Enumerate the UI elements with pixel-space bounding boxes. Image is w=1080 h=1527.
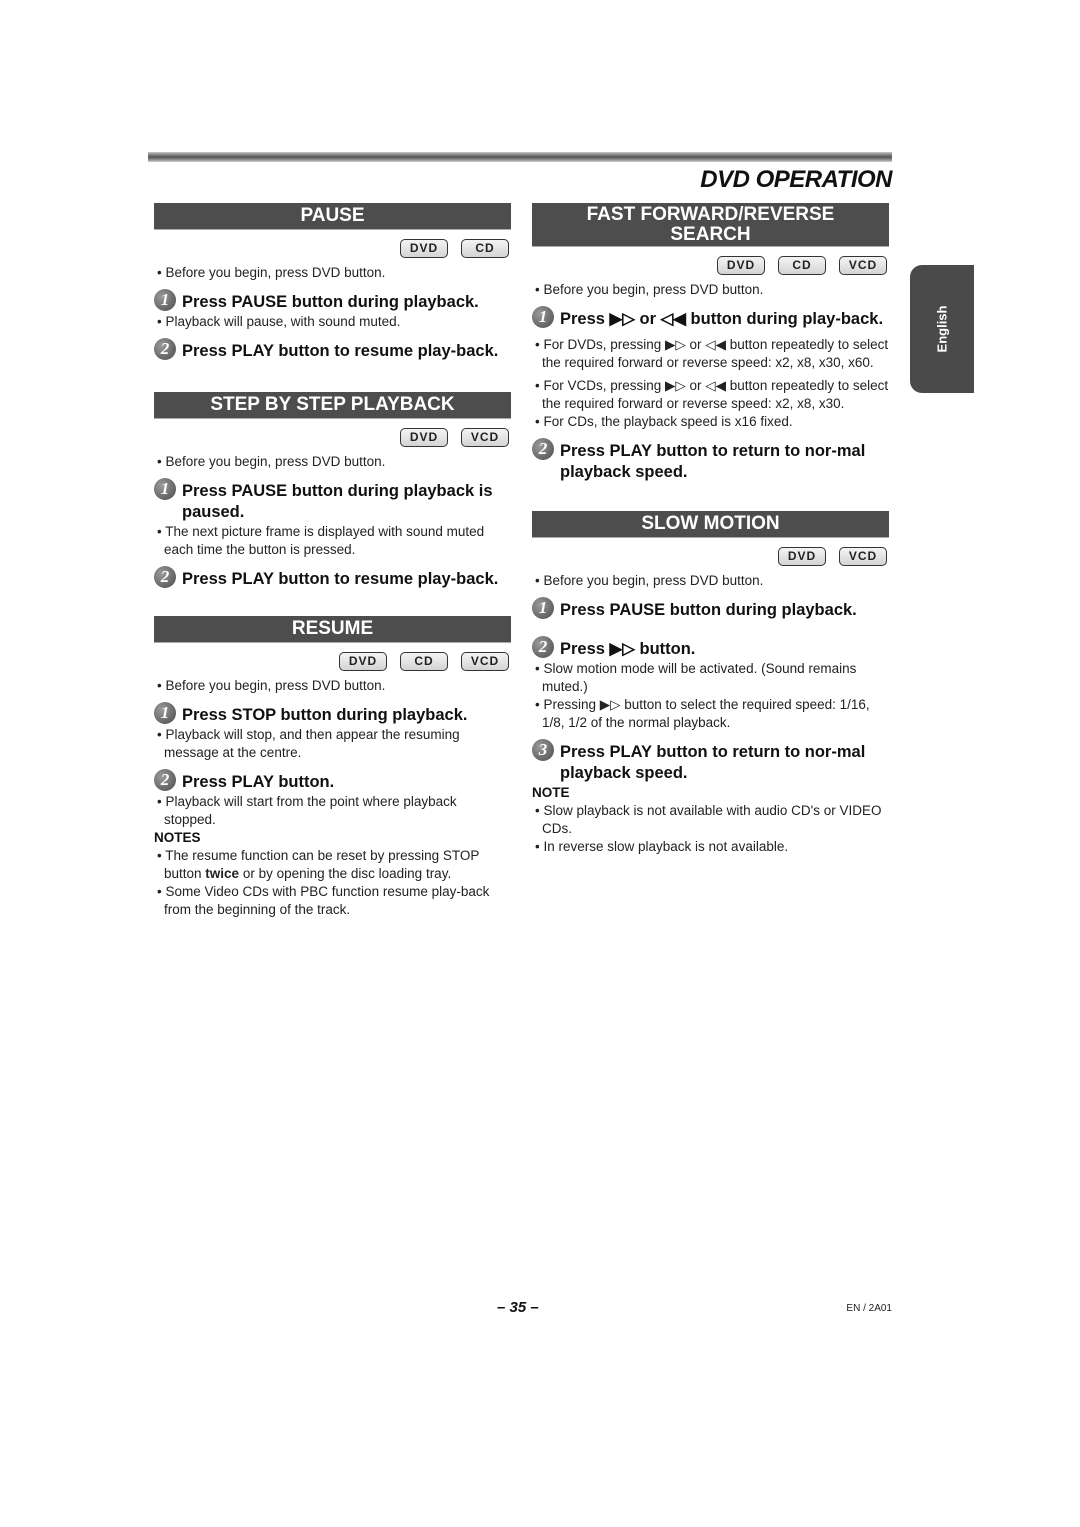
before-note: • Before you begin, press DVD button. bbox=[157, 454, 386, 469]
step-bullet: • Playback will stop, and then appear th… bbox=[157, 727, 460, 760]
step-bullet: • Pressing ▶▷ button to select the requi… bbox=[535, 697, 870, 730]
step-2: 2 Press ▶▷ button. bbox=[532, 636, 889, 660]
step-text: Press PAUSE button during playback is pa… bbox=[182, 482, 493, 521]
step-1: 1 Press PAUSE button during playback. bbox=[154, 289, 511, 313]
step-text: Press PLAY button to resume play-back. bbox=[182, 342, 499, 360]
note-text: or by opening the disc loading tray. bbox=[239, 866, 452, 881]
step-bullet: • Playback will start from the point whe… bbox=[157, 794, 457, 827]
section-pause: PAUSE DVD CD • Before you begin, press D… bbox=[154, 203, 511, 362]
step-bullet: • Slow motion mode will be activated. (S… bbox=[535, 661, 857, 694]
section-heading: FAST FORWARD/REVERSE SEARCH bbox=[532, 203, 889, 247]
section-fast-forward-reverse: FAST FORWARD/REVERSE SEARCH DVD CD VCD •… bbox=[532, 203, 889, 483]
heading-line: SEARCH bbox=[670, 224, 751, 245]
step-number-icon: 2 bbox=[154, 338, 176, 360]
disc-badges: DVD VCD bbox=[154, 428, 509, 447]
step-1: 1 Press PAUSE button during playback. bbox=[532, 597, 889, 621]
section-slow-motion: SLOW MOTION DVD VCD • Before you begin, … bbox=[532, 511, 889, 856]
step-text: Press ▶▷ button. bbox=[560, 640, 696, 658]
dvd-badge-icon: DVD bbox=[400, 239, 448, 258]
header-rule bbox=[148, 152, 892, 162]
before-note: • Before you begin, press DVD button. bbox=[535, 282, 764, 297]
before-note: • Before you begin, press DVD button. bbox=[535, 573, 764, 588]
section-heading: PAUSE bbox=[154, 203, 511, 230]
step-number-icon: 1 bbox=[154, 478, 176, 500]
step-number-icon: 2 bbox=[532, 636, 554, 658]
disc-badges: DVD CD bbox=[154, 239, 509, 258]
dvd-badge-icon: DVD bbox=[339, 652, 387, 671]
cd-badge-icon: CD bbox=[461, 239, 509, 258]
step-text: Press PLAY button to return to nor-mal p… bbox=[560, 743, 866, 782]
heading-line: FAST FORWARD/REVERSE bbox=[586, 204, 835, 225]
step-2: 2 Press PLAY button to return to nor-mal… bbox=[532, 438, 889, 483]
step-number-icon: 2 bbox=[154, 566, 176, 588]
disc-badges: DVD VCD bbox=[532, 547, 887, 566]
step-text: Press PLAY button. bbox=[182, 773, 335, 791]
step-text: Press STOP button during playback. bbox=[182, 706, 468, 724]
step-text: Press PAUSE button during playback. bbox=[182, 293, 479, 311]
step-number-icon: 2 bbox=[532, 438, 554, 460]
page-number: – 35 – bbox=[497, 1299, 539, 1316]
right-column: FAST FORWARD/REVERSE SEARCH DVD CD VCD •… bbox=[532, 203, 889, 856]
step-number-icon: 2 bbox=[154, 769, 176, 791]
dvd-badge-icon: DVD bbox=[717, 256, 765, 275]
step-bullet: • For VCDs, pressing ▶▷ or ◁◀ button rep… bbox=[535, 378, 889, 411]
step-2: 2 Press PLAY button to resume play-back. bbox=[154, 566, 511, 590]
dvd-badge-icon: DVD bbox=[400, 428, 448, 447]
note-text: • Some Video CDs with PBC function resum… bbox=[157, 884, 490, 917]
section-heading: SLOW MOTION bbox=[532, 511, 889, 538]
step-text: Press PAUSE button during playback. bbox=[560, 601, 857, 619]
step-text: Press PLAY button to resume play-back. bbox=[182, 570, 499, 588]
disc-badges: DVD CD VCD bbox=[154, 652, 509, 671]
step-number-icon: 1 bbox=[154, 702, 176, 724]
step-1: 1 Press ▶▷ or ◁◀ button during play-back… bbox=[532, 306, 889, 330]
step-number-icon: 1 bbox=[532, 597, 554, 619]
section-step-by-step: STEP BY STEP PLAYBACK DVD VCD • Before y… bbox=[154, 392, 511, 590]
step-number-icon: 1 bbox=[532, 306, 554, 328]
step-text: Press PLAY button to return to nor-mal p… bbox=[560, 442, 866, 481]
before-note: • Before you begin, press DVD button. bbox=[157, 265, 386, 280]
step-bullet: • Playback will pause, with sound muted. bbox=[157, 314, 401, 329]
step-1: 1 Press STOP button during playback. bbox=[154, 702, 511, 726]
vcd-badge-icon: VCD bbox=[461, 652, 509, 671]
section-heading: STEP BY STEP PLAYBACK bbox=[154, 392, 511, 419]
before-note: • Before you begin, press DVD button. bbox=[157, 678, 386, 693]
note-item: • Some Video CDs with PBC function resum… bbox=[154, 883, 511, 919]
cd-badge-icon: CD bbox=[400, 652, 448, 671]
step-2: 2 Press PLAY button. bbox=[154, 769, 511, 793]
step-number-icon: 1 bbox=[154, 289, 176, 311]
page-title: DVD OPERATION bbox=[700, 166, 892, 193]
step-1: 1 Press PAUSE button during playback is … bbox=[154, 478, 511, 523]
step-2: 2 Press PLAY button to resume play-back. bbox=[154, 338, 511, 362]
section-heading: RESUME bbox=[154, 616, 511, 643]
step-bullet: • For DVDs, pressing ▶▷ or ◁◀ button rep… bbox=[535, 337, 889, 370]
disc-badges: DVD CD VCD bbox=[532, 256, 887, 275]
notes-heading: NOTES bbox=[154, 830, 201, 845]
note-item: • The resume function can be reset by pr… bbox=[154, 847, 511, 883]
step-text: Press ▶▷ or ◁◀ button during play-back. bbox=[560, 310, 884, 328]
language-label: English bbox=[934, 305, 950, 353]
section-resume: RESUME DVD CD VCD • Before you begin, pr… bbox=[154, 616, 511, 919]
step-3: 3 Press PLAY button to return to nor-mal… bbox=[532, 739, 889, 784]
dvd-badge-icon: DVD bbox=[778, 547, 826, 566]
cd-badge-icon: CD bbox=[778, 256, 826, 275]
note-heading: NOTE bbox=[532, 785, 570, 800]
left-column: PAUSE DVD CD • Before you begin, press D… bbox=[154, 203, 511, 919]
language-tab: English bbox=[910, 265, 974, 393]
page-code: EN / 2A01 bbox=[846, 1303, 892, 1314]
step-number-icon: 3 bbox=[532, 739, 554, 761]
note-emphasis: twice bbox=[205, 866, 240, 881]
vcd-badge-icon: VCD bbox=[461, 428, 509, 447]
vcd-badge-icon: VCD bbox=[839, 256, 887, 275]
vcd-badge-icon: VCD bbox=[839, 547, 887, 566]
step-bullet: • For CDs, the playback speed is x16 fix… bbox=[535, 414, 793, 429]
note-item: • In reverse slow playback is not availa… bbox=[535, 839, 789, 854]
step-bullet: • The next picture frame is displayed wi… bbox=[157, 524, 485, 557]
note-item: • Slow playback is not available with au… bbox=[535, 803, 882, 836]
